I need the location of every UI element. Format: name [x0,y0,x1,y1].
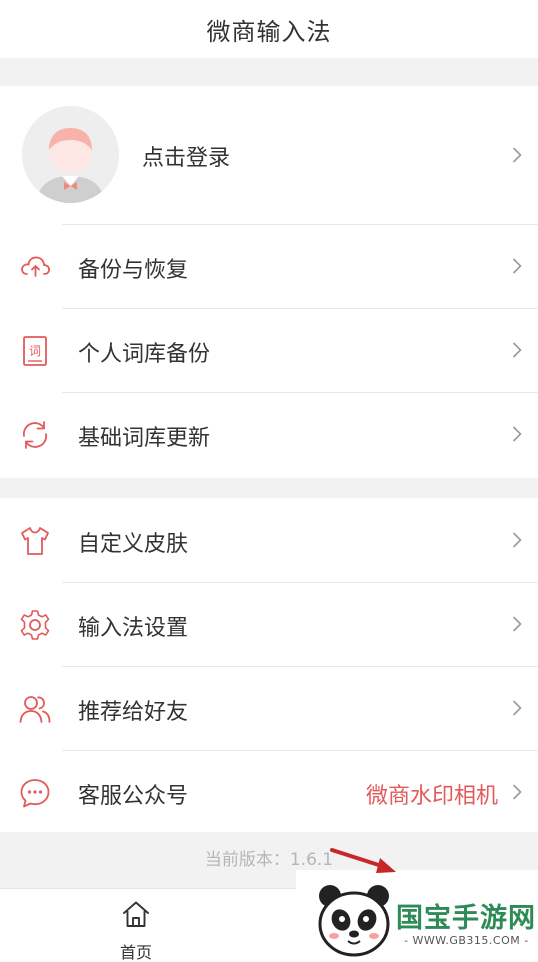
chevron-right-icon [512,784,522,800]
chevron-right-icon [512,147,522,163]
menu-item-label: 自定义皮肤 [78,532,189,557]
divider [62,392,538,393]
menu-item-base-dict-update[interactable]: 基础词库更新 [0,392,538,476]
chevron-right-icon [512,616,522,632]
gear-icon [18,608,52,642]
tab-home-label: 首页 [119,943,152,962]
official-account-name: 微商水印相机 [365,784,498,809]
account-card: 点击登录 备份与恢复 词 个人词库备份 基础词库更新 [0,86,538,478]
avatar[interactable] [22,106,119,203]
chevron-right-icon [512,342,522,358]
menu-item-label: 客服公众号 [78,784,189,809]
divider [62,224,538,225]
divider [62,308,538,309]
dictionary-icon: 词 [18,334,52,368]
version-label: 当前版本：1.6.1 [204,850,334,870]
chevron-right-icon [512,700,522,716]
dict-icon-glyph: 词 [29,344,41,358]
chat-icon [18,776,52,810]
tshirt-icon [18,524,52,558]
page-title: 微商输入法 [206,17,332,46]
divider [62,666,538,667]
menu-item-label: 输入法设置 [78,616,189,641]
menu-item-label: 备份与恢复 [78,258,189,283]
menu-item-label: 基础词库更新 [78,426,211,451]
menu-item-recommend-friends[interactable]: 推荐给好友 [0,666,538,750]
menu-item-label: 个人词库备份 [78,342,211,367]
menu-item-customer-service-account[interactable]: 客服公众号 微商水印相机 [0,750,538,834]
divider [62,582,538,583]
menu-item-label: 推荐给好友 [78,700,189,725]
tab-home[interactable]: 首页 [108,899,164,962]
annotation-arrow-icon [330,848,396,873]
login-label[interactable]: 点击登录 [142,140,230,172]
cloud-sync-icon [18,250,52,284]
settings-card: 自定义皮肤 输入法设置 推荐给好友 客服公众号 微商水印相机 [0,498,538,832]
watermark-url: - WWW.GB315.COM - [404,934,529,947]
menu-item-ime-settings[interactable]: 输入法设置 [0,582,538,666]
chevron-right-icon [512,532,522,548]
divider [62,750,538,751]
watermark-brand: 国宝手游网 [396,903,536,934]
chevron-right-icon [512,426,522,442]
chevron-right-icon [512,258,522,274]
site-watermark: 国宝手游网 - WWW.GB315.COM - [296,870,538,962]
menu-item-custom-skin[interactable]: 自定义皮肤 [0,498,538,582]
menu-item-backup-restore[interactable]: 备份与恢复 [0,224,538,308]
login-row[interactable]: 点击登录 [0,86,538,224]
home-icon [123,901,149,927]
refresh-icon [18,418,52,452]
users-icon [18,692,52,726]
default-avatar-icon [22,106,119,203]
title-bar: 微商输入法 [0,0,538,58]
panda-logo-icon [318,885,390,957]
menu-item-personal-dict-backup[interactable]: 词 个人词库备份 [0,308,538,392]
